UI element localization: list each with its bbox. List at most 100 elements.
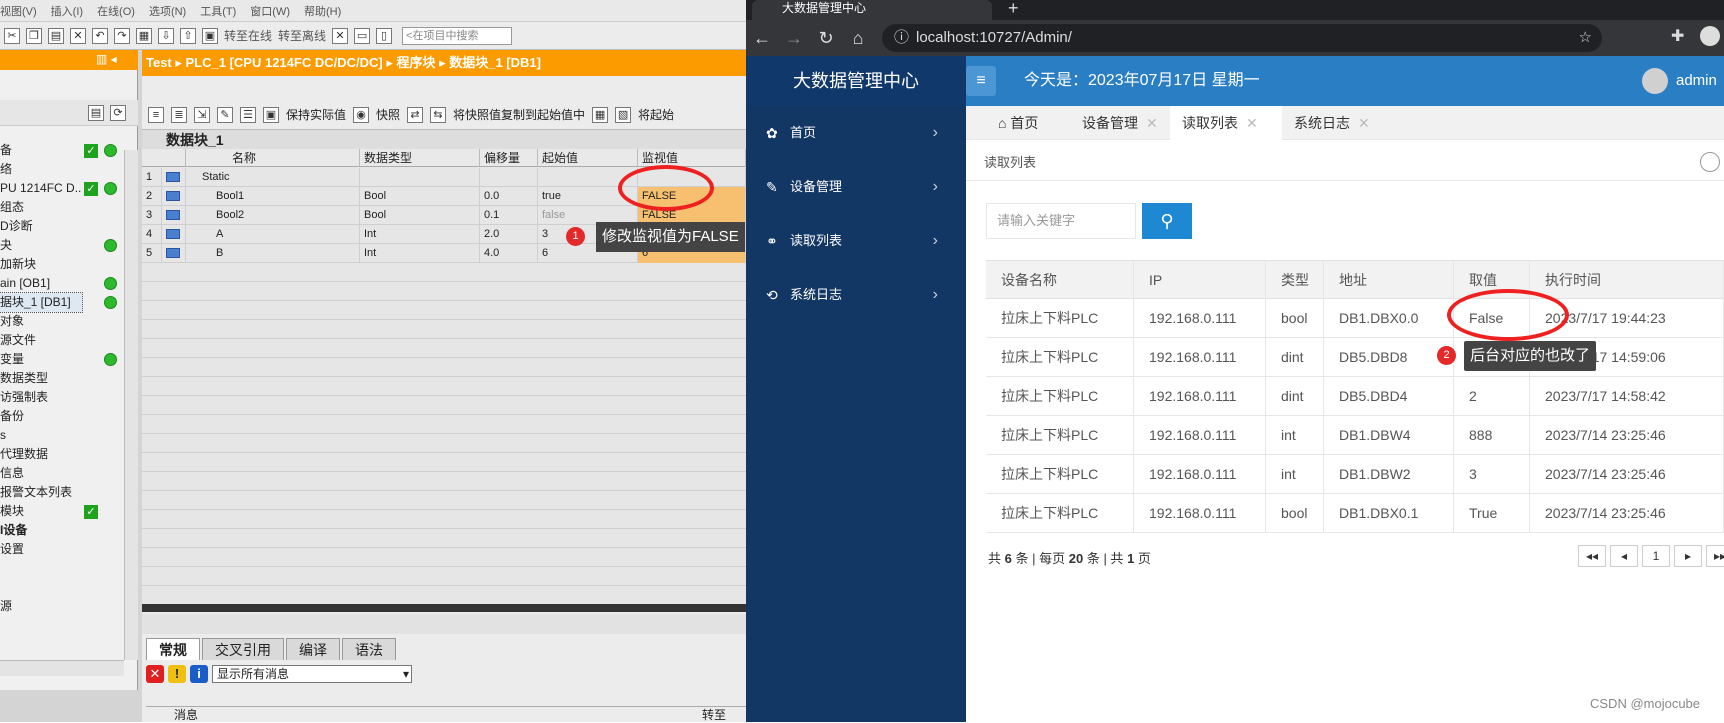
tab-compile[interactable]: 编译: [286, 638, 340, 660]
delete-icon[interactable]: ✕: [70, 27, 86, 44]
warning-filter-icon[interactable]: !: [168, 665, 186, 683]
tree-vertical-scrollbar[interactable]: [124, 150, 138, 660]
snapshot-button[interactable]: 快照: [376, 106, 400, 123]
menu-toggle-icon[interactable]: ≡: [966, 66, 996, 96]
db-cell-type[interactable]: Bool: [360, 206, 480, 225]
go-online-button[interactable]: 转至在线: [224, 27, 272, 44]
tree-item[interactable]: 访强制表: [0, 388, 82, 407]
load-start-2-icon[interactable]: ▧: [615, 106, 632, 123]
info-filter-icon[interactable]: i: [190, 665, 208, 683]
sidebar-item[interactable]: ✿ 首页 ›: [746, 106, 966, 160]
db-cell-type[interactable]: [360, 168, 480, 187]
tree-item[interactable]: 源文件: [0, 331, 82, 350]
close-icon[interactable]: ✕: [1358, 115, 1370, 131]
menu-view[interactable]: 视图(V): [0, 3, 37, 19]
keep-actual-button[interactable]: 保持实际值: [286, 106, 346, 123]
tree-item[interactable]: s: [0, 426, 82, 445]
tab-cross-reference[interactable]: 交叉引用: [202, 638, 284, 660]
grid-header-type[interactable]: 数据类型: [360, 149, 480, 167]
db-cell-offset[interactable]: 4.0: [480, 244, 538, 263]
tree-item[interactable]: [0, 559, 82, 578]
upload-icon[interactable]: ⇧: [180, 27, 196, 44]
db-cell-offset[interactable]: 2.0: [480, 225, 538, 244]
message-filter-select[interactable]: 显示所有消息 ▾: [212, 665, 412, 683]
extensions-icon[interactable]: ✚: [1671, 26, 1684, 46]
db-cell-type[interactable]: Int: [360, 225, 480, 244]
page-1-button[interactable]: 1: [1642, 545, 1670, 567]
tree-item[interactable]: 备份: [0, 407, 82, 426]
forward-icon[interactable]: →: [778, 28, 810, 49]
menu-help[interactable]: 帮助(H): [304, 3, 341, 19]
avatar[interactable]: [1642, 68, 1668, 94]
search-button[interactable]: ⚲: [1142, 203, 1192, 239]
edit-icon[interactable]: ✎: [217, 106, 233, 123]
expand-icon[interactable]: ⇲: [194, 106, 210, 123]
db-cell-offset[interactable]: 0.1: [480, 206, 538, 225]
tree-horizontal-scrollbar[interactable]: [0, 660, 124, 676]
db-cell-no[interactable]: 4: [142, 225, 162, 244]
download-icon[interactable]: ⇩: [158, 27, 174, 44]
insert-row-icon[interactable]: ≡: [148, 106, 164, 123]
tree-item[interactable]: 数据类型: [0, 369, 82, 388]
tree-item[interactable]: 备: [0, 141, 82, 160]
cut-icon[interactable]: ✂: [4, 27, 20, 44]
tree-item[interactable]: 据块_1 [DB1]: [0, 292, 83, 313]
to-start-button[interactable]: 将起始: [638, 106, 674, 123]
undo-icon[interactable]: ↶: [92, 27, 108, 44]
db-cell-no[interactable]: 3: [142, 206, 162, 225]
tree-refresh-icon[interactable]: ⟳: [110, 105, 126, 121]
table-row[interactable]: 拉床上下料PLC192.168.0.111dintDB5.DBD842023/7…: [986, 338, 1724, 377]
back-icon[interactable]: ←: [746, 28, 778, 49]
add-row-icon[interactable]: ≣: [171, 106, 187, 123]
tree-item[interactable]: 报警文本列表: [0, 483, 82, 502]
tree-item[interactable]: 组态: [0, 198, 82, 217]
db-cell-offset[interactable]: 0.0: [480, 187, 538, 206]
panel-divider[interactable]: [142, 604, 746, 612]
load-icon[interactable]: ⇆: [430, 106, 447, 123]
copy-snapshot-icon[interactable]: ⇄: [407, 106, 424, 123]
tab-home[interactable]: ⌂ 首页: [986, 106, 1070, 140]
table-row[interactable]: 拉床上下料PLC 192.168.0.111 dint DB5.DBD4 2 2023/7…: [986, 377, 1724, 416]
tree-item[interactable]: 对象: [0, 312, 82, 331]
db-cell-no[interactable]: 2: [142, 187, 162, 206]
sidebar-item[interactable]: ⟲ 系统日志 ›: [746, 268, 966, 322]
redo-icon[interactable]: ↷: [114, 27, 130, 44]
db-cell-no[interactable]: 1: [142, 168, 162, 187]
menu-options[interactable]: 选项(N): [149, 3, 186, 19]
reload-icon[interactable]: ↻: [810, 28, 842, 49]
split-h-icon[interactable]: ▭: [354, 27, 371, 44]
profile-icon[interactable]: [1700, 26, 1720, 46]
copy-snapshot-to-start-button[interactable]: 将快照值复制到起始值中: [453, 106, 585, 123]
grid-header-name[interactable]: 名称: [186, 149, 360, 167]
tab-device-management[interactable]: 设备管理 ✕: [1070, 106, 1170, 140]
db-cell-type[interactable]: Bool: [360, 187, 480, 206]
info-icon[interactable]: ⓘ: [894, 24, 909, 52]
tab-syntax[interactable]: 语法: [342, 638, 396, 660]
browser-tab[interactable]: 大数据管理中心: [752, 0, 992, 20]
db-cell-name[interactable]: B: [186, 244, 360, 263]
db-cell-name[interactable]: Bool1: [186, 187, 360, 206]
go-offline-button[interactable]: 转至离线: [278, 27, 326, 44]
tree-item[interactable]: 模块: [0, 502, 82, 521]
db-cell-name[interactable]: Bool2: [186, 206, 360, 225]
split-v-icon[interactable]: ▯: [376, 27, 393, 44]
tab-read-list[interactable]: 读取列表 ✕: [1170, 106, 1282, 140]
sidebar-item[interactable]: ⚭ 读取列表 ›: [746, 214, 966, 268]
menu-tools[interactable]: 工具(T): [200, 3, 236, 19]
project-search-input[interactable]: <在项目中搜索: [402, 26, 513, 45]
collapse-tree-icon[interactable]: ▥ ◂: [96, 52, 117, 66]
db-cell-no[interactable]: 5: [142, 244, 162, 263]
bookmark-star-icon[interactable]: ☆: [1579, 24, 1592, 52]
menu-online[interactable]: 在线(O): [97, 3, 135, 19]
tree-item[interactable]: D诊断: [0, 217, 82, 236]
db-cell-offset[interactable]: [480, 168, 538, 187]
sidebar-item[interactable]: ✎ 设备管理 ›: [746, 160, 966, 214]
paste-icon[interactable]: ▤: [48, 27, 64, 44]
table-row[interactable]: 拉床上下料PLC 192.168.0.111 bool DB1.DBX0.0 False…: [986, 299, 1724, 338]
next-page-button[interactable]: ▸: [1674, 545, 1702, 567]
close-icon[interactable]: ✕: [1146, 115, 1158, 131]
cross-ref-icon[interactable]: ✕: [332, 27, 349, 44]
copy-icon[interactable]: ❐: [26, 27, 42, 44]
simulate-icon[interactable]: ▣: [202, 27, 218, 44]
menu-insert[interactable]: 插入(I): [51, 3, 83, 19]
